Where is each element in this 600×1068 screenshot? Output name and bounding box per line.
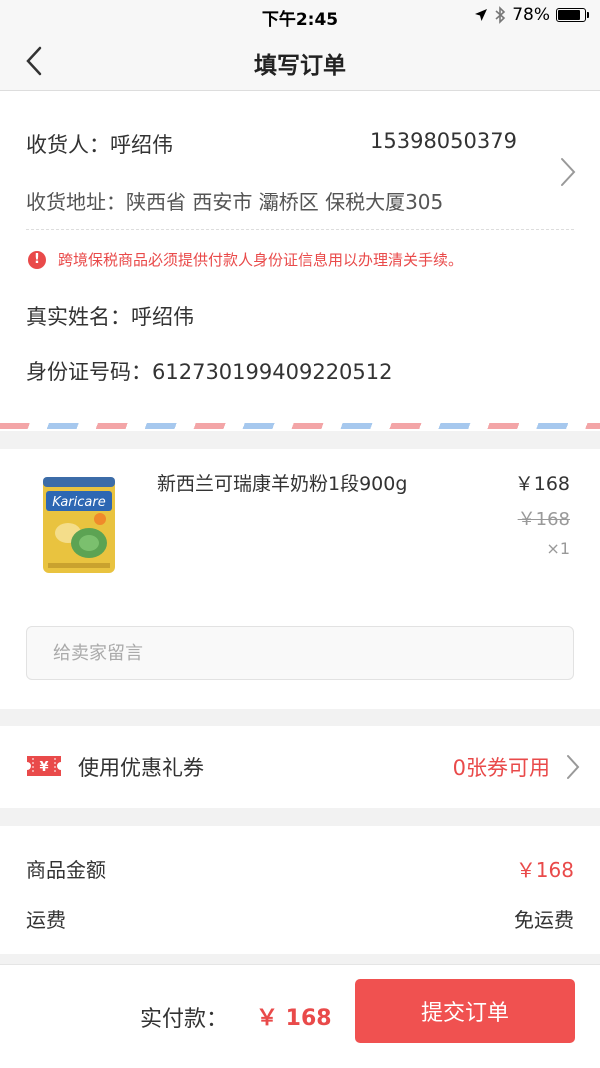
bluetooth-icon <box>495 6 506 24</box>
product-price: ￥168 <box>514 473 570 495</box>
totals-section: 商品金额 ￥168 运费 免运费 <box>0 826 600 954</box>
coupon-ticket-icon: ¥ <box>27 756 61 776</box>
product-original-price: ￥168 <box>517 509 570 530</box>
goods-amount-value: ￥168 <box>515 858 574 882</box>
customs-warning-text: 跨境保税商品必须提供付款人身份证信息用以办理清关手续。 <box>58 251 464 269</box>
coupon-icon-text: ¥ <box>39 760 48 775</box>
product-image[interactable]: Karicare <box>40 473 118 577</box>
product-section: Karicare 新西兰可瑞康羊奶粉1段900g ￥168 ￥168 ×1 <box>0 449 600 709</box>
exclamation-icon: ! <box>28 250 46 269</box>
customs-warning: ! 跨境保税商品必须提供付款人身份证信息用以办理清关手续。 <box>28 249 463 270</box>
product-brand: Karicare <box>52 495 105 510</box>
goods-amount-label: 商品金额 <box>26 858 106 882</box>
real-name: 真实姓名：呼绍伟 <box>26 305 194 329</box>
coupon-chevron-icon <box>567 755 580 779</box>
seller-message-input[interactable] <box>26 626 574 680</box>
address-chevron-icon[interactable] <box>556 153 582 191</box>
shipping-address: 收货地址：陕西省 西安市 灞桥区 保税大厦305 <box>26 190 444 214</box>
battery-fill <box>558 10 580 20</box>
pay-label: 实付款： <box>140 1007 229 1032</box>
status-bar: 下午2:45 78% <box>0 0 600 32</box>
checkout-bar: 实付款： ￥ 168 提交订单 <box>0 964 600 1068</box>
submit-order-button[interactable]: 提交订单 <box>355 979 575 1043</box>
status-indicators: 78% <box>474 5 589 25</box>
consignee-name: 收货人：呼绍伟 <box>26 133 173 157</box>
page-title: 填写订单 <box>254 53 346 79</box>
pay-amount: ￥ 168 <box>256 1006 332 1031</box>
shipping-label: 运费 <box>26 908 66 932</box>
location-arrow-icon <box>475 9 488 21</box>
battery-percentage: 78% <box>512 5 550 25</box>
id-number: 身份证号码：612730199409220512 <box>26 360 393 384</box>
battery-icon <box>556 8 589 22</box>
product-name: 新西兰可瑞康羊奶粉1段900g <box>157 473 408 495</box>
consignee-phone: 15398050379 <box>370 129 517 153</box>
coupon-row[interactable]: ¥ 使用优惠礼券 0张券可用 <box>0 726 600 808</box>
address-section[interactable]: 收货人：呼绍伟 15398050379 收货地址：陕西省 西安市 灞桥区 保税大… <box>0 91 600 431</box>
coupon-count: 0张券可用 <box>452 756 550 780</box>
nav-bar: 填写订单 <box>0 32 600 91</box>
coupon-label: 使用优惠礼券 <box>78 756 204 780</box>
shipping-value: 免运费 <box>514 908 574 932</box>
product-quantity: ×1 <box>546 539 570 558</box>
address-divider <box>26 229 574 230</box>
airmail-border <box>0 423 600 429</box>
